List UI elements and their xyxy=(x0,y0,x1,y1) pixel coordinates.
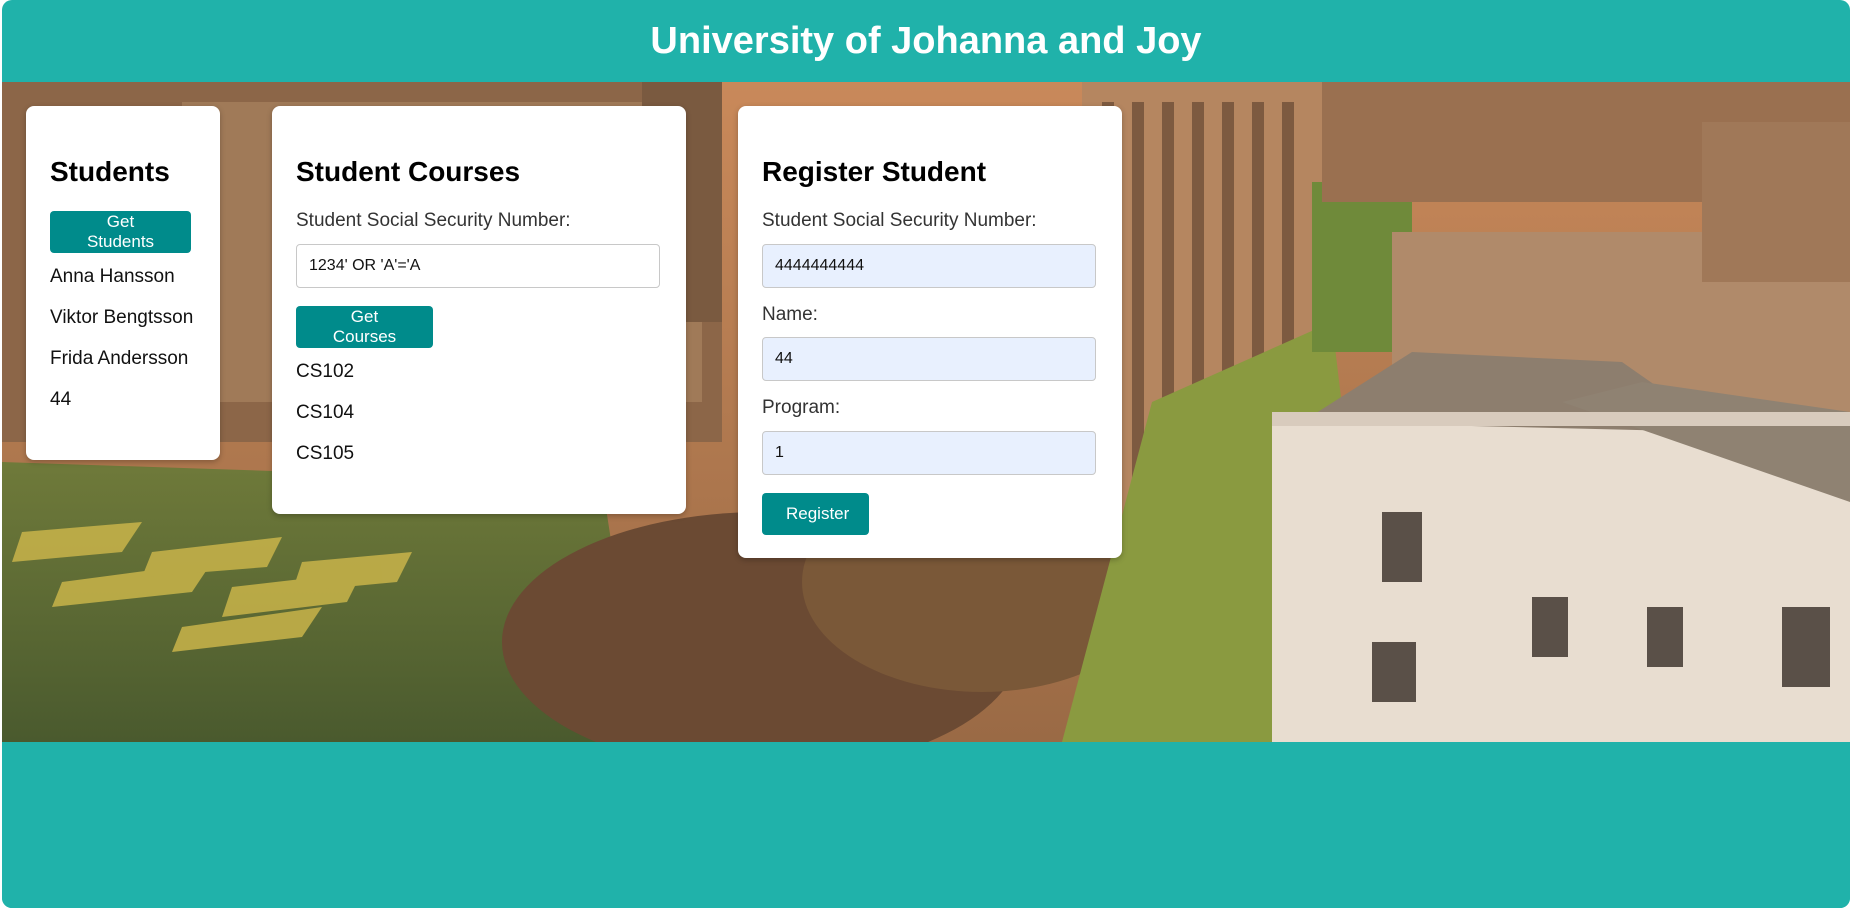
course-list-item: CS104 xyxy=(296,402,355,423)
students-heading: Students xyxy=(50,156,170,187)
register-program-input[interactable] xyxy=(762,431,1096,475)
course-list-item: CS105 xyxy=(296,443,355,464)
get-students-button[interactable]: Get Students xyxy=(50,211,191,253)
register-name-input[interactable] xyxy=(762,337,1096,381)
campus-background-image: Students Get Students Anna Hansson Vikto… xyxy=(2,82,1850,742)
courses-ssn-label: Student Social Security Number: xyxy=(296,210,571,231)
page-header: University of Johanna and Joy xyxy=(2,0,1850,82)
student-list-item: Frida Andersson xyxy=(50,348,189,369)
register-student-card: Register Student Student Social Security… xyxy=(738,106,1122,558)
app-page: University of Johanna and Joy Students G… xyxy=(2,0,1850,908)
student-list-item: Anna Hansson xyxy=(50,266,175,287)
student-courses-heading: Student Courses xyxy=(296,156,521,187)
get-courses-button[interactable]: Get Courses xyxy=(296,306,433,348)
student-courses-card: Student Courses Student Social Security … xyxy=(272,106,686,514)
student-list-item: 44 xyxy=(50,389,72,410)
register-button[interactable]: Register xyxy=(762,493,869,535)
page-title: University of Johanna and Joy xyxy=(650,19,1202,62)
register-student-heading: Register Student xyxy=(762,156,987,187)
register-program-label: Program: xyxy=(762,397,841,418)
course-list-item: CS102 xyxy=(296,361,355,382)
courses-ssn-input[interactable] xyxy=(296,244,660,288)
page-footer-area xyxy=(2,742,1850,908)
register-name-label: Name: xyxy=(762,304,818,325)
register-ssn-input[interactable] xyxy=(762,244,1096,288)
student-list-item: Viktor Bengtsson xyxy=(50,307,194,328)
students-card: Students Get Students Anna Hansson Vikto… xyxy=(26,106,220,460)
register-ssn-label: Student Social Security Number: xyxy=(762,210,1037,231)
